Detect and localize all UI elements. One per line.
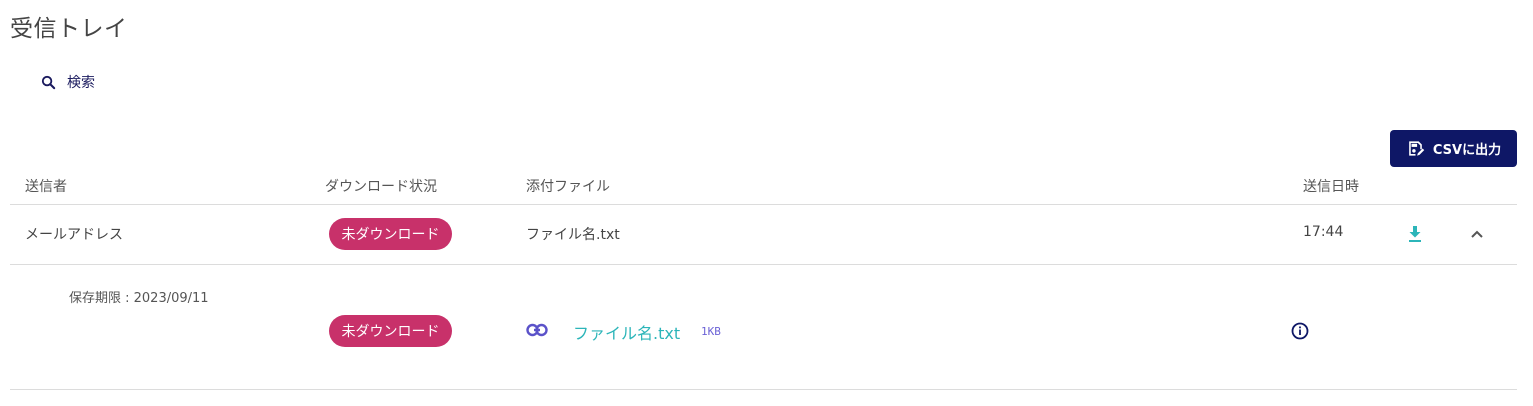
search-button[interactable]: 検索 bbox=[36, 70, 99, 94]
collapse-button[interactable] bbox=[1465, 222, 1489, 246]
column-header-attachment[interactable]: 添付ファイル bbox=[526, 176, 610, 196]
search-label: 検索 bbox=[67, 75, 95, 91]
row-sender: メールアドレス bbox=[25, 227, 123, 243]
file-size: 1KB bbox=[701, 325, 721, 338]
row-divider bbox=[10, 264, 1517, 265]
row-file-name: ファイル名.txt bbox=[526, 227, 620, 243]
link-icon bbox=[526, 323, 548, 337]
row-sent-time: 17:44 bbox=[1303, 224, 1344, 240]
info-button[interactable] bbox=[1289, 320, 1311, 342]
status-badge: 未ダウンロード bbox=[329, 218, 452, 250]
column-header-sent-at[interactable]: 送信日時 bbox=[1303, 176, 1359, 196]
search-icon bbox=[41, 75, 56, 89]
attachment-link[interactable]: ファイル名.txt bbox=[573, 320, 680, 344]
download-icon bbox=[1409, 226, 1421, 242]
retention-date: 保存期限 : 2023/09/11 bbox=[69, 291, 209, 306]
inbox-page: 受信トレイ 検索 CSVに出力 送信者 ダウンロード状況 添付ファイル 送信日時… bbox=[0, 0, 1533, 406]
header-divider bbox=[10, 204, 1517, 205]
chevron-up-icon bbox=[1471, 230, 1483, 238]
info-icon bbox=[1291, 322, 1309, 340]
csv-export-button[interactable]: CSVに出力 bbox=[1390, 130, 1517, 167]
csv-export-label: CSVに出力 bbox=[1432, 143, 1502, 158]
csv-export-icon bbox=[1409, 141, 1425, 156]
column-header-download-status[interactable]: ダウンロード状況 bbox=[325, 176, 437, 196]
column-header-sender[interactable]: 送信者 bbox=[25, 176, 67, 196]
page-title: 受信トレイ bbox=[10, 16, 128, 42]
bottom-divider bbox=[10, 389, 1517, 390]
detail-status-badge: 未ダウンロード bbox=[329, 315, 452, 347]
download-button[interactable] bbox=[1403, 222, 1427, 246]
